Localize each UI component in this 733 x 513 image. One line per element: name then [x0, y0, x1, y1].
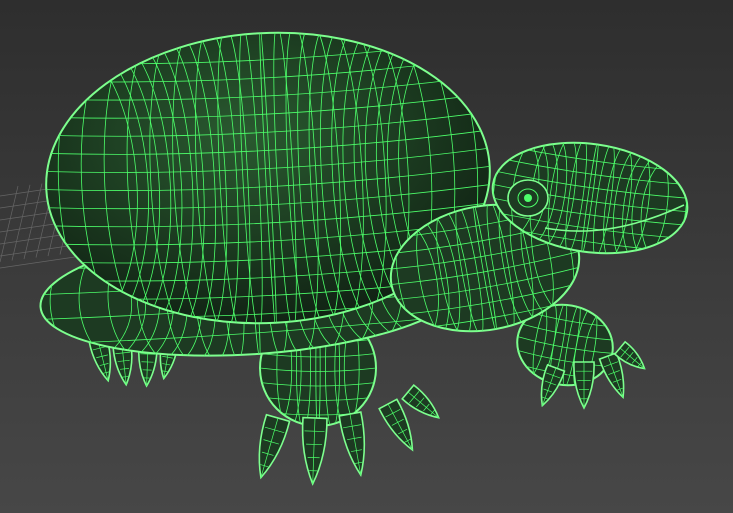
wireframe-render[interactable]	[0, 0, 733, 513]
turtle-eye	[507, 179, 549, 217]
3d-viewport[interactable]	[0, 0, 733, 513]
